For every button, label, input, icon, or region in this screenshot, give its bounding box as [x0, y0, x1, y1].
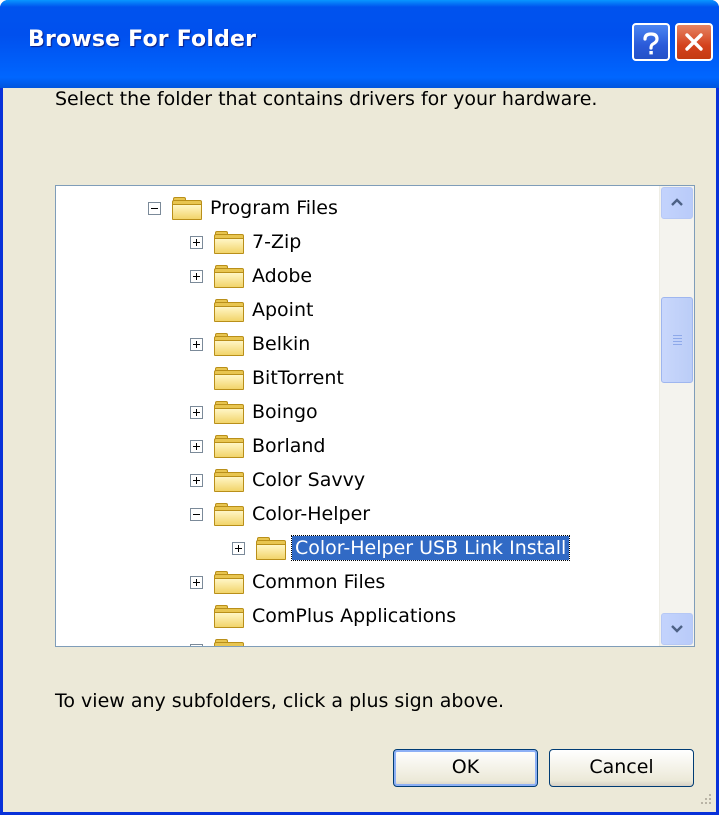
tree-node-label[interactable]: BitTorrent: [250, 367, 346, 389]
close-button[interactable]: [675, 23, 713, 61]
title-bar[interactable]: Browse For Folder: [0, 0, 719, 88]
expand-plus-icon[interactable]: [190, 235, 203, 249]
expand-plus-icon[interactable]: [190, 269, 203, 283]
folder-icon: [213, 265, 244, 288]
expand-plus-icon: [190, 643, 203, 646]
cancel-button[interactable]: Cancel: [549, 749, 694, 787]
folder-icon: [213, 605, 244, 628]
tree-node[interactable]: Boingo: [190, 396, 320, 428]
folder-tree-viewport: Program Files 7-Zip Adobe Apoint Belkin BitTo…: [56, 186, 661, 646]
tree-node-label[interactable]: Adobe: [250, 265, 314, 287]
expand-plus-icon[interactable]: [232, 541, 245, 555]
scroll-down-button[interactable]: [661, 613, 693, 645]
tree-node[interactable]: Belkin: [190, 328, 312, 360]
folder-icon: [171, 197, 202, 220]
help-button[interactable]: [632, 23, 670, 61]
folder-icon: [213, 299, 244, 322]
expand-plus-icon[interactable]: [190, 439, 203, 453]
tree-node-label[interactable]: Common Files: [250, 571, 387, 593]
tree-node-label[interactable]: Program Files: [208, 197, 340, 219]
tree-node[interactable]: Borland: [190, 430, 328, 462]
folder-icon: [213, 571, 244, 594]
tree-node[interactable]: ComPlus Applications: [190, 600, 458, 632]
folder-icon: [213, 367, 244, 390]
scroll-down-arrow-icon: [671, 625, 683, 633]
scroll-up-button[interactable]: [661, 187, 693, 219]
tree-node[interactable]: Program Files: [148, 192, 340, 224]
tree-node[interactable]: Apoint: [190, 294, 315, 326]
scrollbar-thumb[interactable]: [661, 296, 693, 383]
folder-tree[interactable]: Program Files 7-Zip Adobe Apoint Belkin BitTo…: [55, 185, 695, 647]
tree-node[interactable]: Color-Helper USB Link Install: [232, 532, 571, 564]
tree-node-label[interactable]: 7-Zip: [250, 231, 303, 253]
vertical-scrollbar[interactable]: [659, 186, 694, 646]
folder-icon: [213, 231, 244, 254]
resize-grip-icon[interactable]: [698, 792, 712, 806]
expand-plus-icon[interactable]: [190, 337, 203, 351]
tree-node[interactable]: BitTorrent: [190, 362, 346, 394]
tree-node-label[interactable]: Boingo: [250, 401, 320, 423]
collapse-minus-icon[interactable]: [190, 507, 203, 521]
folder-icon: [213, 469, 244, 492]
expand-plus-icon[interactable]: [190, 473, 203, 487]
dialog-title: Browse For Folder: [28, 27, 257, 52]
tree-node-partial: [190, 634, 250, 646]
tree-node[interactable]: 7-Zip: [190, 226, 303, 258]
folder-icon: [213, 435, 244, 458]
tree-node-label[interactable]: Apoint: [250, 299, 315, 321]
folder-icon: [255, 537, 286, 560]
tree-node-label[interactable]: ComPlus Applications: [250, 605, 458, 627]
tree-node[interactable]: Common Files: [190, 566, 387, 598]
tree-node[interactable]: Color-Helper: [190, 498, 372, 530]
folder-icon: [213, 401, 244, 424]
folder-icon: [213, 503, 244, 526]
hint-text: To view any subfolders, click a plus sig…: [55, 690, 505, 712]
help-icon: [643, 32, 659, 55]
tree-node-label[interactable]: Color Savvy: [250, 469, 367, 491]
expand-plus-icon[interactable]: [190, 405, 203, 419]
tree-node[interactable]: Adobe: [190, 260, 314, 292]
thumb-grip: [673, 334, 682, 336]
tree-node-label[interactable]: Color-Helper: [250, 503, 372, 525]
browse-for-folder-dialog: Browse For Folder Select the folder that…: [0, 0, 719, 815]
ok-button[interactable]: OK: [393, 749, 538, 787]
tree-node-label[interactable]: Belkin: [250, 333, 312, 355]
instruction-text: Select the folder that contains drivers …: [55, 88, 598, 110]
tree-node[interactable]: Color Savvy: [190, 464, 367, 496]
tree-node-label[interactable]: Color-Helper USB Link Install: [290, 535, 571, 561]
close-icon: [685, 33, 703, 51]
folder-icon: [213, 639, 244, 646]
tree-node-label[interactable]: Borland: [250, 435, 328, 457]
folder-icon: [213, 333, 244, 356]
scroll-up-arrow-icon: [671, 198, 683, 206]
collapse-minus-icon[interactable]: [148, 201, 161, 215]
expand-plus-icon[interactable]: [190, 575, 203, 589]
